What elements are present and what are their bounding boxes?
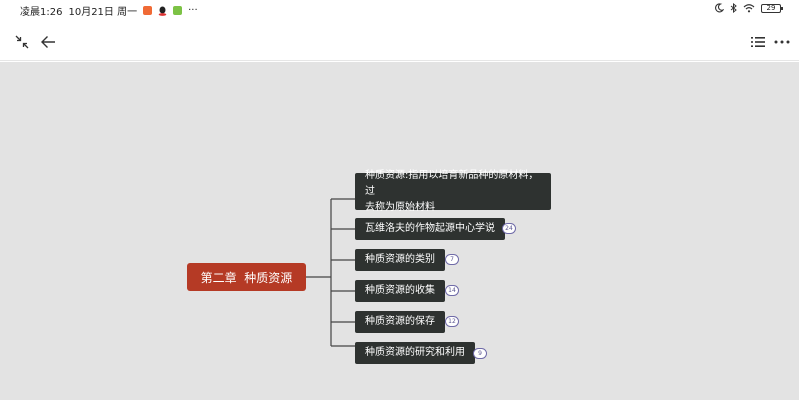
- status-more-dots: ···: [188, 5, 198, 16]
- orange-app-icon: [143, 6, 153, 15]
- green-app-icon: [173, 6, 183, 15]
- outline-button[interactable]: [749, 33, 767, 51]
- child-node-label: 种质资源:指用以培育新品种的原材料，过: [365, 169, 539, 197]
- child-node-label: 种质资源的研究和利用: [365, 347, 465, 358]
- bluetooth-icon: [730, 3, 737, 13]
- child-node-categories[interactable]: 种质资源的类别: [355, 249, 445, 271]
- status-left: 凌晨1:26 10月21日 周一 ···: [20, 3, 198, 18]
- child-node-label-line2: 去称为原始材料: [365, 201, 435, 213]
- battery-indicator: 29: [761, 3, 783, 13]
- collapse-button[interactable]: [13, 33, 31, 51]
- child-node-research[interactable]: 种质资源的研究和利用: [355, 342, 475, 364]
- child-node-label: 种质资源的类别: [365, 254, 435, 265]
- moon-icon: [715, 3, 724, 13]
- subtopic-count-badge[interactable]: 24: [502, 223, 516, 234]
- root-topic-label: 第二章 种质资源: [200, 270, 293, 285]
- toolbar: [0, 20, 799, 61]
- child-node-vavilov[interactable]: 瓦维洛夫的作物起源中心学说: [355, 218, 505, 240]
- status-date: 10月21日 周一: [68, 7, 138, 18]
- status-bar: 凌晨1:26 10月21日 周一 ··· 29: [0, 0, 799, 20]
- back-button[interactable]: [39, 33, 57, 51]
- subtopic-count-badge[interactable]: 12: [445, 316, 459, 327]
- status-time: 凌晨1:26: [20, 7, 63, 18]
- child-node-label: 种质资源的收集: [365, 285, 435, 296]
- more-icon: [774, 40, 790, 44]
- child-node-preservation[interactable]: 种质资源的保存: [355, 311, 445, 333]
- qq-icon: [158, 6, 167, 16]
- child-node-definition[interactable]: 种质资源:指用以培育新品种的原材料，过 去称为原始材料: [355, 170, 551, 213]
- root-topic-node[interactable]: 第二章 种质资源: [187, 263, 306, 291]
- outline-list-icon: [751, 37, 765, 47]
- child-node-label: 瓦维洛夫的作物起源中心学说: [365, 223, 495, 234]
- child-node-label: 种质资源的保存: [365, 316, 435, 327]
- child-node-collection[interactable]: 种质资源的收集: [355, 280, 445, 302]
- more-button[interactable]: [773, 33, 791, 51]
- subtopic-count-badge[interactable]: 9: [473, 348, 487, 359]
- collapse-icon: [15, 35, 29, 49]
- wifi-icon: [743, 4, 755, 13]
- subtopic-count-badge[interactable]: 7: [445, 254, 459, 265]
- mindmap-canvas[interactable]: 第二章 种质资源 种质资源:指用以培育新品种的原材料，过 去称为原始材料 瓦维洛…: [0, 62, 799, 400]
- status-right: 29: [714, 3, 783, 13]
- back-arrow-icon: [41, 36, 55, 48]
- subtopic-count-badge[interactable]: 14: [445, 285, 459, 296]
